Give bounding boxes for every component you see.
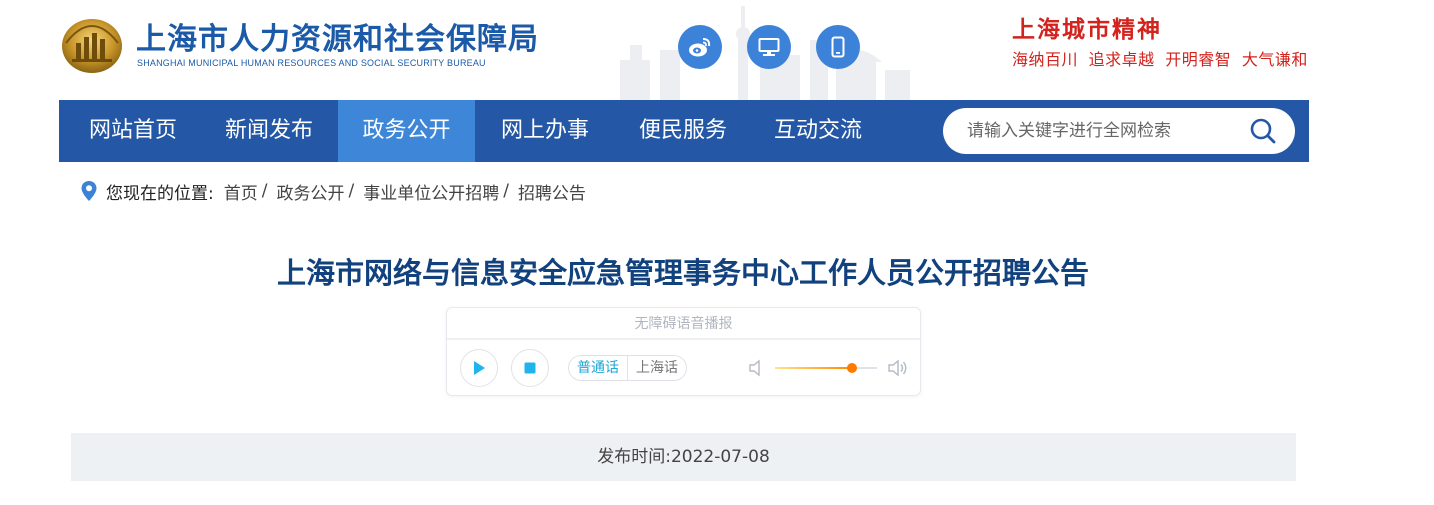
- site-logo-subtitle: SHANGHAI MUNICIPAL HUMAN RESOURCES AND S…: [137, 58, 486, 68]
- breadcrumb-label: 您现在的位置:: [106, 183, 214, 204]
- motto-item: 追求卓越: [1088, 50, 1155, 69]
- lang-shanghainese-option[interactable]: 上海话: [628, 356, 686, 380]
- weibo-button[interactable]: [678, 25, 722, 69]
- nav-item-interaction[interactable]: 互动交流: [751, 100, 885, 162]
- volume-up-icon[interactable]: [887, 358, 909, 378]
- city-spirit-mottos: 海纳百川 追求卓越 开明睿智 大气谦和: [1012, 46, 1308, 70]
- desktop-icon: [758, 38, 780, 56]
- breadcrumb-link-home[interactable]: 首页: [224, 179, 258, 204]
- motto-item: 开明睿智: [1165, 50, 1232, 69]
- nav-item-gov-info[interactable]: 政务公开: [338, 100, 475, 162]
- play-button[interactable]: [460, 349, 498, 387]
- mobile-icon: [831, 36, 845, 58]
- breadcrumb-link-recruitment[interactable]: 事业单位公开招聘: [363, 179, 499, 204]
- weibo-icon: [689, 38, 711, 57]
- site-logo-title[interactable]: 上海市人力资源和社会保障局: [136, 14, 539, 58]
- stop-button[interactable]: [511, 349, 549, 387]
- search-box: [943, 108, 1295, 154]
- location-pin-icon: [81, 181, 97, 201]
- volume-slider-knob[interactable]: [846, 363, 857, 373]
- play-icon: [474, 361, 485, 375]
- motto-item: 大气谦和: [1241, 50, 1308, 69]
- nav-item-news[interactable]: 新闻发布: [207, 100, 331, 162]
- city-spirit-title: 上海城市精神: [1012, 16, 1162, 43]
- publish-date: 发布时间:2022-07-08: [71, 433, 1296, 481]
- audio-player: 无障碍语音播报 普通话 上海话: [446, 307, 921, 396]
- nav-item-home[interactable]: 网站首页: [59, 100, 207, 162]
- language-toggle: 普通话 上海话: [568, 355, 687, 381]
- breadcrumb: 您现在的位置: 首页 / 政务公开 / 事业单位公开招聘 / 招聘公告: [80, 179, 586, 204]
- bureau-emblem-icon[interactable]: [60, 13, 124, 75]
- breadcrumb-link-notice[interactable]: 招聘公告: [518, 179, 586, 204]
- stop-icon: [524, 362, 536, 374]
- search-icon[interactable]: [1249, 117, 1277, 145]
- search-input[interactable]: [967, 119, 1237, 143]
- motto-item: 海纳百川: [1012, 50, 1079, 69]
- audio-player-title: 无障碍语音播报: [447, 308, 920, 340]
- breadcrumb-link-gov-info[interactable]: 政务公开: [276, 179, 344, 204]
- lang-mandarin-option[interactable]: 普通话: [569, 356, 628, 380]
- mobile-site-button[interactable]: [816, 25, 860, 69]
- nav-item-online-service[interactable]: 网上办事: [475, 100, 615, 162]
- volume-slider[interactable]: [775, 362, 877, 374]
- volume-slider-fill: [775, 367, 852, 369]
- page: 上海市人力资源和社会保障局 SHANGHAI MUNICIPAL HUMAN R…: [0, 0, 1434, 505]
- article-title: 上海市网络与信息安全应急管理事务中心工作人员公开招聘公告: [276, 256, 1089, 290]
- nav-item-public-service[interactable]: 便民服务: [615, 100, 751, 162]
- desktop-site-button[interactable]: [747, 25, 791, 69]
- volume-down-icon[interactable]: [747, 358, 769, 378]
- main-nav: 网站首页 新闻发布 政务公开 网上办事 便民服务 互动交流: [59, 100, 1309, 162]
